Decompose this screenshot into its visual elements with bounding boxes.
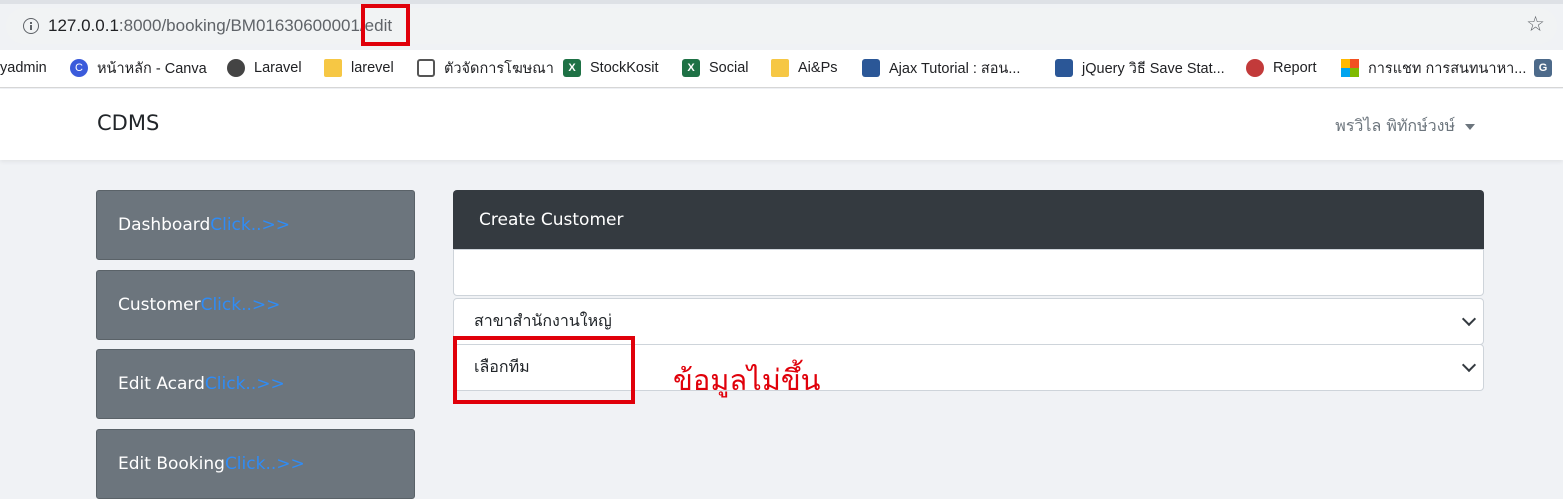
user-name: พรวิไล พิทักษ์วงษ์ [1335, 116, 1455, 135]
grammarly-icon: G [1534, 59, 1552, 77]
customer-input[interactable] [453, 249, 1484, 296]
sidebar-item-dashboard[interactable]: Dashboard Click..>> [96, 190, 415, 260]
page-icon [417, 59, 435, 77]
bookmark-item[interactable]: G [1534, 57, 1561, 79]
bookmark-label: Laravel [254, 60, 302, 76]
sidebar-item-edit-acard[interactable]: Edit Acard Click..>> [96, 349, 415, 419]
excel-icon: X [563, 59, 581, 77]
url-host: 127.0.0.1 [48, 16, 119, 35]
canva-icon: C [70, 59, 88, 77]
bookmark-label: yadmin [0, 60, 47, 76]
bookmark-label: Social [709, 60, 749, 76]
folder-icon [771, 59, 789, 77]
bookmark-item[interactable]: การแชท การสนทนาหา... [1341, 57, 1526, 79]
bookmark-item[interactable]: Ajax Tutorial : สอน... [862, 57, 1020, 79]
user-dropdown[interactable]: พรวิไล พิทักษ์วงษ์ [1335, 114, 1475, 139]
chevron-down-icon [1461, 357, 1477, 373]
sidebar-item-label: Customer [118, 295, 201, 315]
sidebar-item-edit-booking[interactable]: Edit Booking Click..>> [96, 429, 415, 499]
bookmark-item[interactable]: ตัวจัดการโฆษณา [417, 57, 554, 79]
sidebar-item-click-link[interactable]: Click..>> [201, 295, 281, 315]
chevron-down-icon [1461, 311, 1477, 327]
bookmark-item[interactable]: C หน้าหลัก - Canva [70, 57, 207, 79]
bookmark-item[interactable]: Laravel [227, 57, 302, 79]
bookmark-item[interactable]: larevel [324, 57, 394, 79]
address-bar[interactable]: 127.0.0.1:8000/booking/BM01630600001/edi… [6, 8, 1557, 44]
doc-icon [862, 59, 880, 77]
bookmark-star-icon[interactable]: ☆ [1526, 14, 1545, 35]
sidebar-item-customer[interactable]: Customer Click..>> [96, 270, 415, 340]
sidebar-item-click-link[interactable]: Click..>> [205, 374, 285, 394]
sidebar-item-click-link[interactable]: Click..>> [225, 454, 305, 474]
bookmark-item[interactable]: Ai&Ps [771, 57, 838, 79]
bookmark-item[interactable]: jQuery วิธี Save Stat... [1055, 57, 1225, 79]
bookmarks-bar: yadmin C หน้าหลัก - Canva Laravel larevel… [0, 50, 1563, 88]
bookmark-item[interactable]: Report [1246, 57, 1317, 79]
bookmark-label: StockKosit [590, 60, 659, 76]
url-path: :8000/booking/BM01630600001/edit [118, 16, 393, 35]
card-header: Create Customer [453, 190, 1484, 250]
url-text[interactable]: 127.0.0.1:8000/booking/BM01630600001/edi… [48, 16, 392, 36]
bookmark-item[interactable]: X Social [682, 57, 749, 79]
sidebar-item-label: Dashboard [118, 215, 211, 235]
card-title: Create Customer [479, 210, 624, 230]
bookmark-label: Ajax Tutorial : สอน... [889, 60, 1021, 77]
bookmark-label: การแชท การสนทนาหา... [1368, 60, 1527, 77]
sidebar-item-label: Edit Acard [118, 374, 205, 394]
url-highlight-box [361, 4, 410, 46]
bookmark-label: หน้าหลัก - Canva [97, 60, 207, 77]
branch-select-value: สาขาสำนักงานใหญ่ [474, 311, 612, 330]
bookmark-label: Report [1273, 60, 1317, 76]
bookmark-label: ตัวจัดการโฆษณา [444, 60, 554, 77]
caret-down-icon [1465, 123, 1475, 130]
sidebar-item-click-link[interactable]: Click..>> [210, 215, 290, 235]
browser-top-strip [0, 0, 1563, 4]
team-select-highlight-box [453, 336, 635, 404]
excel-icon: X [682, 59, 700, 77]
globe-icon [227, 59, 245, 77]
sidebar-item-label: Edit Booking [118, 454, 225, 474]
flower-icon [1246, 59, 1264, 77]
bookmark-item[interactable]: X StockKosit [563, 57, 659, 79]
annotation-text: ข้อมูลไม่ขึ้น [673, 363, 821, 397]
info-icon[interactable] [23, 18, 39, 34]
brand-logo[interactable]: CDMS [97, 111, 159, 135]
bookmark-item[interactable]: yadmin [0, 57, 47, 79]
bookmark-label: Ai&Ps [798, 60, 838, 76]
app-navbar: CDMS พรวิไล พิทักษ์วงษ์ [0, 89, 1563, 160]
bookmark-label: jQuery วิธี Save Stat... [1082, 60, 1225, 77]
microsoft-icon [1341, 59, 1359, 77]
doc-icon [1055, 59, 1073, 77]
folder-icon [324, 59, 342, 77]
bookmark-label: larevel [351, 60, 394, 76]
